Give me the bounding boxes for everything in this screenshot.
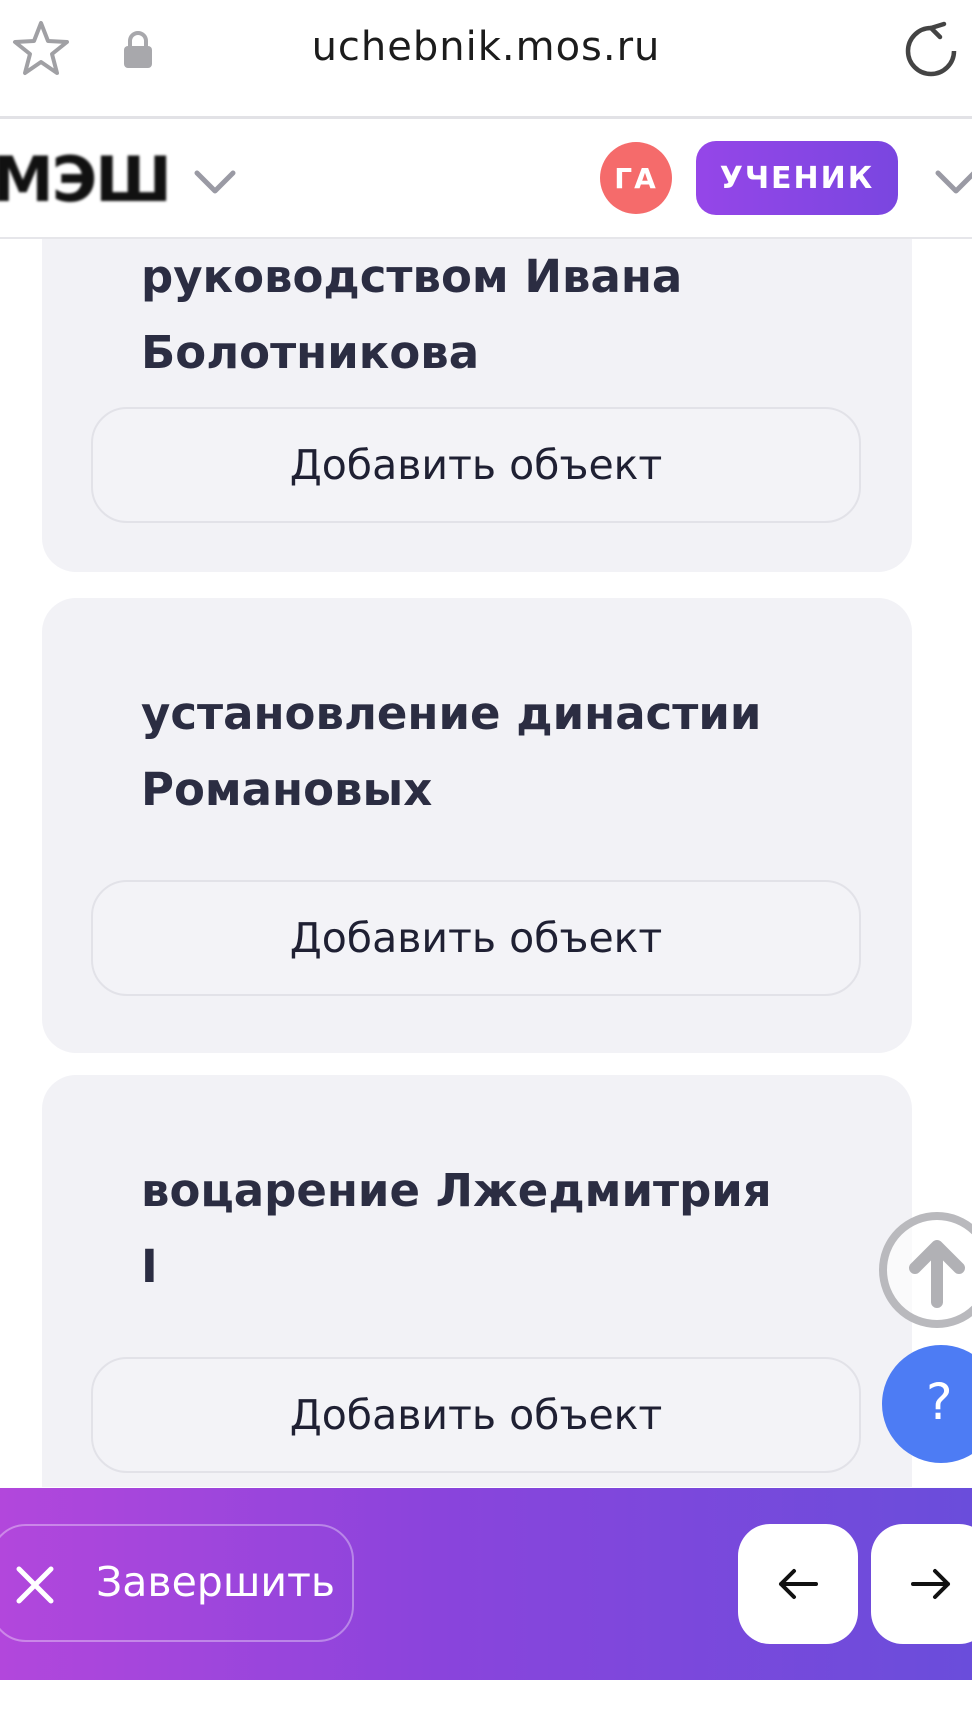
card-title-line: Болотникова xyxy=(141,326,480,379)
browser-url-bar: uchebnik.mos.ru xyxy=(0,0,972,119)
logo[interactable]: МЭШ xyxy=(0,143,172,216)
finish-label: Завершить xyxy=(96,1558,336,1606)
arrow-up-icon xyxy=(909,1240,965,1308)
add-object-button[interactable]: Добавить объект xyxy=(91,1357,861,1473)
arrow-left-icon xyxy=(779,1569,818,1599)
help-label: ? xyxy=(926,1373,953,1431)
close-icon xyxy=(16,1566,54,1604)
url-text[interactable]: uchebnik.mos.ru xyxy=(0,24,972,70)
site-header: МЭШ ГА УЧЕНИК xyxy=(0,119,972,239)
add-object-button[interactable]: Добавить объект xyxy=(91,880,861,996)
card-title-line: установление династии xyxy=(141,687,762,740)
role-badge[interactable]: УЧЕНИК xyxy=(696,141,898,215)
avatar[interactable]: ГА xyxy=(600,142,672,214)
answer-card: руководством Ивана Болотникова Добавить … xyxy=(42,237,912,572)
question-list: руководством Ивана Болотникова Добавить … xyxy=(0,237,972,1487)
footer-strip xyxy=(0,1680,972,1728)
bottom-bar: Завершить xyxy=(0,1488,972,1680)
chevron-down-icon[interactable] xyxy=(934,167,972,197)
arrow-right-icon xyxy=(911,1569,950,1599)
card-title-line: руководством Ивана xyxy=(141,250,683,303)
card-title-line: Романовых xyxy=(141,763,433,816)
prev-button[interactable] xyxy=(738,1524,858,1644)
finish-button[interactable]: Завершить xyxy=(0,1524,354,1642)
answer-card: установление династии Романовых Добавить… xyxy=(42,598,912,1053)
reload-icon[interactable] xyxy=(900,20,962,82)
scroll-to-top-button[interactable] xyxy=(879,1212,972,1328)
card-title-line: воцарение Лжедмитрия xyxy=(141,1164,772,1217)
add-object-button[interactable]: Добавить объект xyxy=(91,407,861,523)
card-title-line: I xyxy=(141,1240,158,1293)
next-button[interactable] xyxy=(871,1524,972,1644)
chevron-down-icon[interactable] xyxy=(193,167,237,197)
answer-card: воцарение Лжедмитрия I Добавить объект xyxy=(42,1075,912,1487)
